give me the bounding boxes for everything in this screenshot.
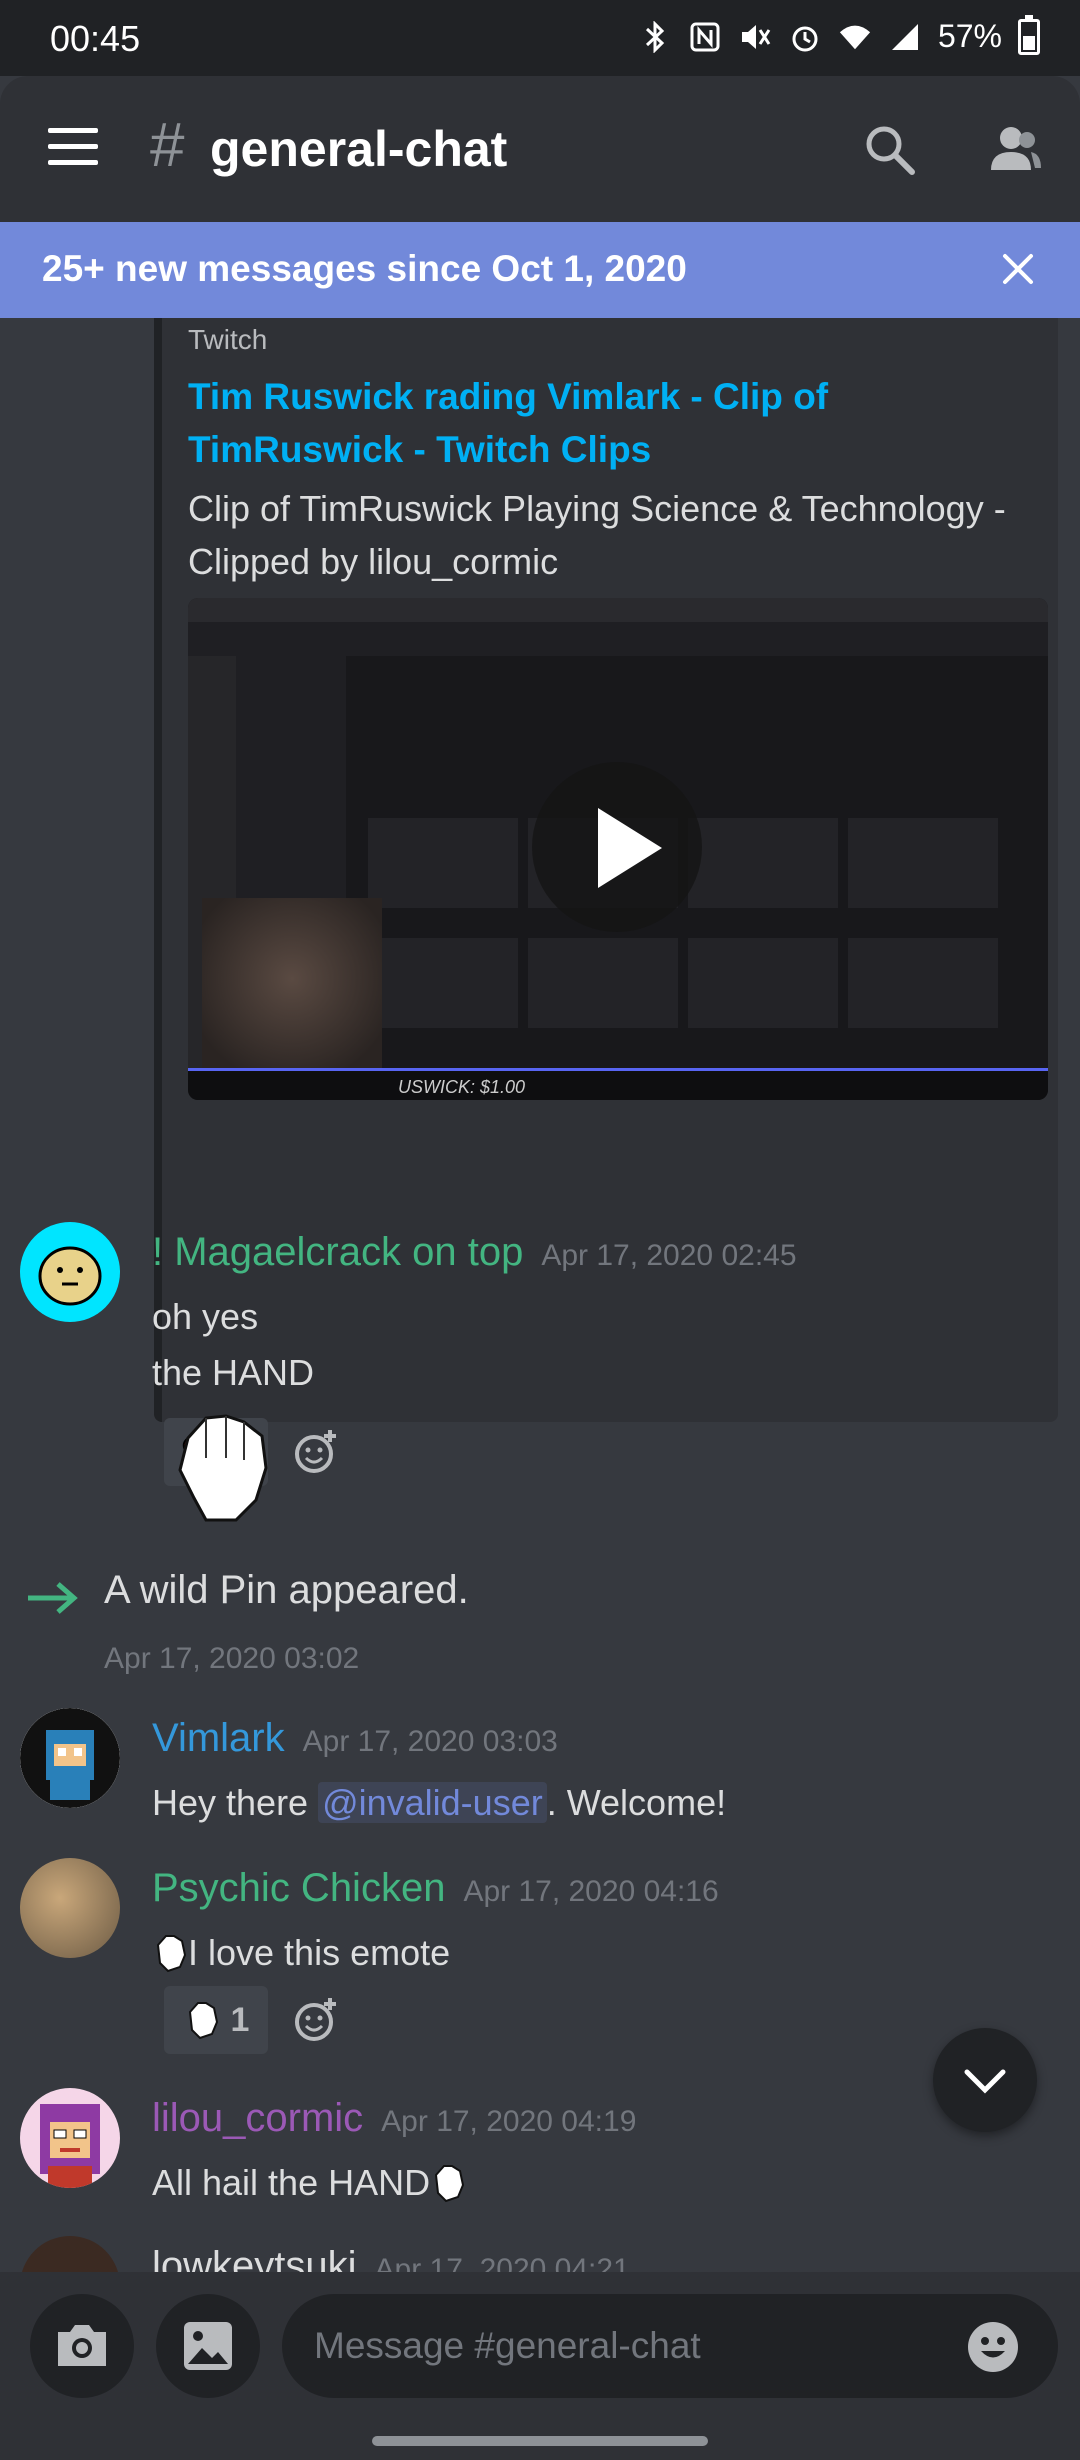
message-text-part: I love this emote: [188, 1932, 451, 1973]
embed-description: Clip of TimRuswick Playing Science & Tec…: [188, 488, 1006, 582]
timestamp: Apr 17, 2020 04:16: [463, 1875, 719, 1908]
scroll-to-bottom-button[interactable]: [933, 2028, 1037, 2132]
thumbnail-tile: [528, 938, 678, 1028]
close-icon[interactable]: [995, 246, 1041, 292]
thumbnail-tile: [848, 938, 998, 1028]
message-header: lowkeytsuki Apr 17, 2020 04:21: [152, 2244, 630, 2272]
nfc-icon: [688, 20, 722, 54]
hand-emote-icon: [435, 2165, 465, 2203]
thumbnail-caption: USWICK: $1.00: [398, 1077, 526, 1097]
reaction-hand[interactable]: 1: [164, 1986, 268, 2054]
embed-video-thumbnail[interactable]: USWICK: $1.00: [188, 598, 1048, 1100]
thumbnail-tile: [688, 938, 838, 1028]
add-reaction-icon[interactable]: [292, 1996, 340, 2044]
username[interactable]: Psychic Chicken: [152, 1866, 445, 1910]
play-icon[interactable]: [532, 762, 702, 932]
wifi-icon: [838, 20, 872, 54]
new-messages-text: 25+ new messages since Oct 1, 2020: [42, 248, 687, 289]
emoji-icon[interactable]: [966, 2320, 1020, 2374]
username[interactable]: ! Magaelcrack on top: [152, 1230, 523, 1274]
message-header: Vimlark Apr 17, 2020 03:03: [152, 1716, 558, 1761]
channel-header: # general-chat: [0, 76, 1080, 222]
status-icons: 57%: [638, 14, 1040, 55]
avatar[interactable]: [20, 2088, 120, 2188]
camera-button[interactable]: [30, 2294, 134, 2398]
username[interactable]: Vimlark: [152, 1716, 285, 1760]
add-reaction-icon[interactable]: [292, 1428, 340, 1476]
timestamp: Apr 17, 2020 02:45: [541, 1239, 797, 1272]
avatar[interactable]: [20, 1222, 120, 1322]
timestamp: Apr 17, 2020 04:21: [374, 2253, 630, 2272]
message-text-part: Hey there: [152, 1782, 319, 1823]
avatar[interactable]: [20, 2236, 120, 2272]
hamburger-menu-icon[interactable]: [48, 128, 98, 166]
mute-icon: [738, 20, 772, 54]
message-text-part: All hail the HAND: [152, 2162, 431, 2203]
signal-icon: [888, 20, 922, 54]
message-text: I love this emote: [152, 1932, 450, 1974]
user-mention[interactable]: @invalid-user: [318, 1782, 547, 1823]
message-header: lilou_cormic Apr 17, 2020 04:19: [152, 2096, 636, 2141]
channel-title: general-chat: [210, 121, 508, 177]
search-icon[interactable]: [860, 120, 920, 180]
alarm-icon: [788, 20, 822, 54]
timestamp: Apr 17, 2020 04:19: [381, 2105, 637, 2138]
status-time: 00:45: [50, 18, 141, 59]
hand-emote-icon: [166, 1408, 276, 1524]
embed-provider: Twitch: [188, 324, 268, 355]
reaction-count: 1: [230, 2000, 250, 2039]
message-composer: [0, 2272, 1080, 2460]
message-text-part: . Welcome!: [546, 1782, 727, 1823]
system-message: A wild Pin appeared.: [104, 1568, 469, 1612]
message-text: oh yes: [152, 1296, 259, 1337]
message-text: Hey there @invalid-user. Welcome!: [152, 1782, 726, 1824]
timestamp: Apr 17, 2020 03:02: [104, 1642, 360, 1675]
members-icon[interactable]: [985, 120, 1045, 180]
message-header: Psychic Chicken Apr 17, 2020 04:16: [152, 1866, 719, 1911]
avatar[interactable]: [20, 1708, 120, 1808]
thumbnail-tile: [688, 818, 838, 908]
thumbnail-tile: [368, 818, 518, 908]
arrow-right-icon: [26, 1580, 78, 1616]
thumbnail-nav-bar: [188, 622, 1048, 656]
chevron-down-icon: [964, 2069, 1006, 2094]
camera-icon: [58, 2325, 106, 2366]
thumbnail-browser-bar: [188, 598, 1048, 622]
timestamp: Apr 17, 2020 03:03: [302, 1725, 558, 1758]
new-messages-banner[interactable]: 25+ new messages since Oct 1, 2020: [0, 222, 1080, 318]
battery-percent: 57%: [937, 18, 1002, 54]
message-text: All hail the HAND: [152, 2162, 466, 2204]
thumbnail-tile: [368, 938, 518, 1028]
status-bar: 00:45 57%: [0, 0, 1080, 76]
bluetooth-icon: [638, 20, 672, 54]
avatar[interactable]: [20, 1858, 120, 1958]
message-header: ! Magaelcrack on top Apr 17, 2020 02:45: [152, 1230, 797, 1275]
embed-title-link[interactable]: Tim Ruswick rading Vimlark - Clip of Tim…: [188, 370, 1028, 476]
gallery-button[interactable]: [156, 2294, 260, 2398]
thumbnail-tile: [848, 818, 998, 908]
channel-hash-icon: #: [150, 111, 185, 180]
message-input[interactable]: [282, 2294, 1058, 2398]
thumbnail-bottom-bar: USWICK: $1.00: [188, 1068, 1048, 1100]
hand-emote-icon: [156, 1935, 187, 1973]
battery-icon: [1018, 14, 1040, 55]
username[interactable]: lilou_cormic: [152, 2096, 363, 2140]
message-list[interactable]: Twitch Tim Ruswick rading Vimlark - Clip…: [0, 318, 1080, 2272]
message-text: the HAND: [152, 1352, 315, 1393]
image-icon: [184, 2322, 232, 2370]
home-indicator[interactable]: [372, 2436, 708, 2446]
hand-emote-icon: [188, 2002, 218, 2040]
username[interactable]: lowkeytsuki: [152, 2244, 357, 2272]
